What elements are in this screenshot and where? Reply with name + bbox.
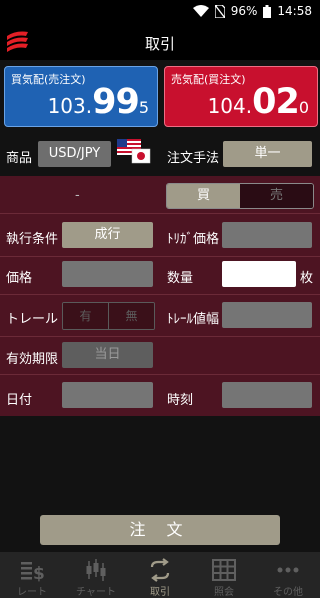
buy-price-main: 103.	[47, 94, 93, 118]
form-divider	[0, 294, 320, 295]
trail-off-option[interactable]: 無	[108, 303, 154, 329]
quantity-label: 数量	[167, 271, 194, 286]
trail-toggle: 有 無	[62, 302, 155, 330]
time-input[interactable]	[222, 382, 312, 408]
dash-placeholder: -	[75, 188, 80, 203]
sell-price-big: 02	[252, 82, 300, 122]
form-divider	[0, 336, 320, 337]
form-divider	[0, 256, 320, 257]
trigger-price-input[interactable]	[222, 222, 312, 248]
candlestick-icon	[86, 559, 106, 581]
wifi-icon	[192, 5, 209, 17]
bottom-nav: $ レート チャート 取引 照会 その他	[0, 552, 320, 598]
date-input[interactable]	[62, 382, 153, 408]
submit-order-button[interactable]: 注 文	[40, 515, 280, 545]
nav-label-more: その他	[273, 587, 303, 598]
buy-side-option[interactable]: 買	[167, 184, 240, 208]
dollar-icon: $	[21, 562, 45, 583]
buy-price-big: 99	[92, 82, 140, 122]
product-select-button[interactable]: USD/JPY	[38, 141, 111, 167]
date-label: 日付	[6, 393, 33, 408]
svg-text:$: $	[33, 564, 45, 583]
battery-percent: 96%	[230, 4, 258, 18]
form-divider	[0, 213, 320, 214]
nav-label-chart: チャート	[76, 587, 116, 598]
sell-price-main: 104.	[207, 94, 253, 118]
us-japan-flag-icon	[117, 139, 151, 164]
price-input[interactable]	[62, 261, 153, 287]
buy-quote-panel[interactable]: 買気配(売注文) 103.995	[4, 66, 158, 127]
sell-price: 104.020	[208, 82, 309, 122]
condition-select-button[interactable]: 成行	[62, 222, 153, 248]
sell-quote-panel[interactable]: 売気配(買注文) 104.020	[164, 66, 318, 127]
trail-label: トレール	[6, 312, 59, 327]
status-bar: 96% 14:58	[0, 0, 320, 24]
expiry-select-button[interactable]: 当日	[62, 342, 153, 368]
nav-item-rate[interactable]: $ レート	[0, 552, 64, 598]
trigger-price-label: ﾄﾘｶﾞ価格	[167, 232, 220, 247]
product-label: 商品	[6, 151, 33, 166]
order-form	[0, 176, 320, 416]
trail-width-input[interactable]	[222, 302, 312, 328]
exchange-icon	[150, 558, 170, 582]
nav-label-trade: 取引	[150, 587, 170, 598]
status-time: 14:58	[277, 4, 312, 18]
time-label: 時刻	[167, 393, 194, 408]
battery-icon	[263, 4, 272, 18]
trail-on-option[interactable]: 有	[63, 303, 108, 329]
nav-label-rate: レート	[17, 587, 47, 598]
nav-item-chart[interactable]: チャート	[64, 552, 128, 598]
trail-width-label: ﾄﾚｰﾙ値幅	[167, 312, 220, 327]
sell-side-option[interactable]: 売	[240, 184, 313, 208]
condition-label: 執行条件	[6, 232, 59, 247]
buy-price-small: 5	[138, 98, 149, 117]
order-method-label: 注文手法	[167, 151, 220, 166]
nav-item-inquiry[interactable]: 照会	[192, 552, 256, 598]
nav-item-more[interactable]: その他	[256, 552, 320, 598]
no-sim-icon	[214, 4, 225, 18]
page-title: 取引	[144, 35, 175, 53]
quantity-unit: 枚	[300, 271, 314, 286]
buy-price: 103.995	[48, 82, 149, 122]
price-label: 価格	[6, 271, 33, 286]
nav-item-trade[interactable]: 取引	[128, 552, 192, 598]
status-right: 96% 14:58	[192, 4, 312, 18]
order-method-button[interactable]: 単一	[223, 141, 312, 167]
sell-price-small: 0	[298, 98, 309, 117]
form-divider	[0, 374, 320, 375]
app-header: 取引	[0, 24, 320, 60]
expiry-label: 有効期限	[6, 352, 59, 367]
quantity-input[interactable]	[222, 261, 296, 287]
nav-label-inquiry: 照会	[214, 587, 234, 598]
buy-sell-toggle: 買 売	[166, 183, 314, 209]
more-icon	[277, 567, 299, 573]
grid-icon	[212, 559, 236, 581]
